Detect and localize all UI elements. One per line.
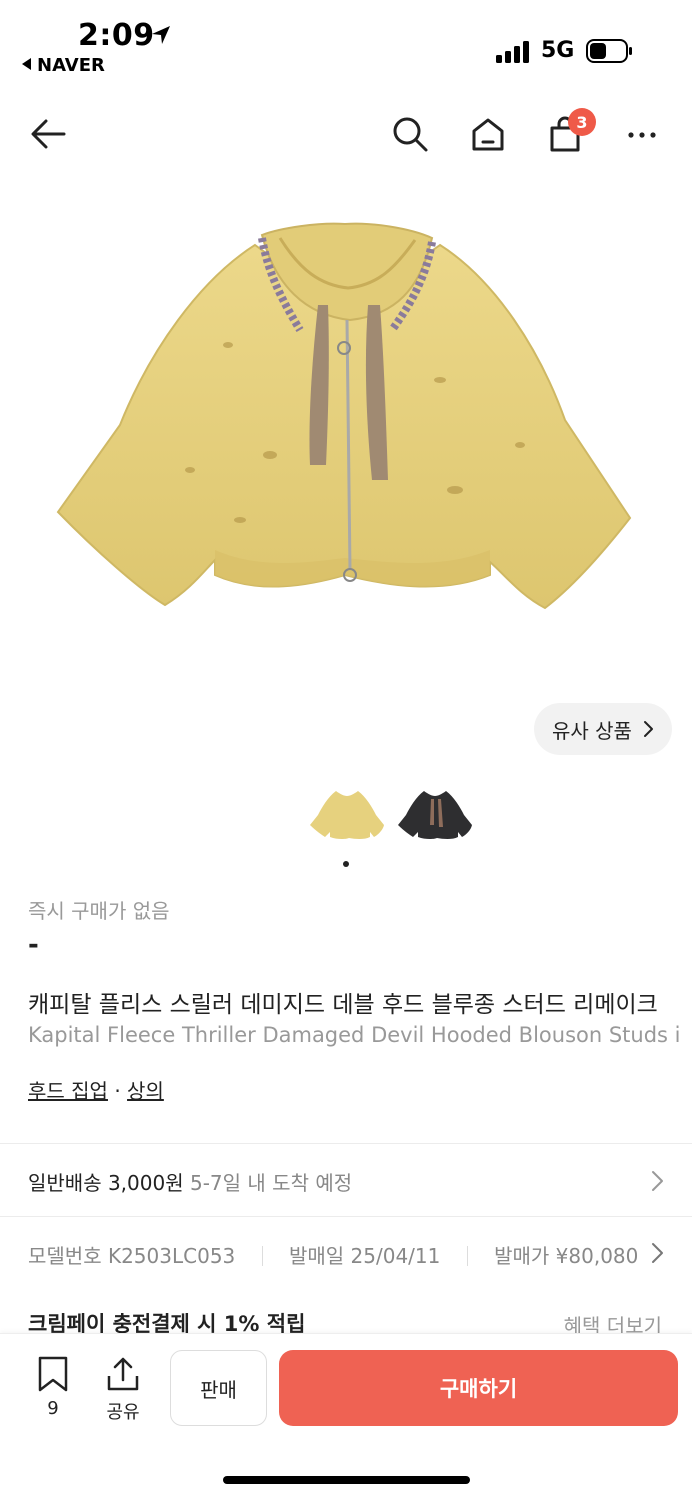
bookmark-icon [38, 1356, 68, 1392]
cart-count-badge: 3 [568, 108, 596, 136]
chevron-right-icon[interactable] [650, 1170, 664, 1192]
search-button[interactable] [388, 112, 432, 156]
bottom-action-bar: 9 공유 판매 구매하기 [0, 1333, 692, 1500]
product-name-ko: 캐피탈 플리스 스릴러 데미지드 데블 후드 블루종 스터드 리메이크 [28, 992, 658, 1018]
spec-divider [466, 1246, 468, 1266]
home-indicator [223, 1476, 470, 1484]
location-arrow-icon [152, 26, 170, 44]
shipping-label: 일반배송 3,000원 [28, 1171, 184, 1195]
spec-divider [261, 1246, 263, 1266]
chevron-right-icon[interactable] [650, 1242, 664, 1264]
more-menu-button[interactable] [620, 112, 664, 156]
product-specs-row[interactable]: 모델번호 K2503LC053 발매일 25/04/11 발매가 ¥80,080 [28, 1240, 648, 1269]
similar-products-label: 유사 상품 [552, 718, 632, 743]
status-bar: 2:09 NAVER 5G [0, 0, 692, 90]
product-image[interactable] [0, 190, 692, 710]
back-button[interactable] [26, 112, 70, 156]
release-price-label: 발매가 [494, 1244, 550, 1268]
section-divider [0, 1143, 692, 1144]
home-button[interactable] [466, 112, 510, 156]
release-date-label: 발매일 [288, 1244, 345, 1268]
buy-button[interactable]: 구매하기 [279, 1350, 678, 1426]
category-separator: · [114, 1079, 121, 1103]
hoodie-illustration [56, 222, 632, 610]
thumbnail-black[interactable] [396, 785, 474, 845]
share-button[interactable]: 공유 [98, 1356, 148, 1424]
network-type: 5G [541, 38, 575, 63]
battery-icon [586, 39, 632, 63]
section-divider [0, 1216, 692, 1217]
arrow-left-icon [31, 119, 66, 149]
share-label: 공유 [106, 1402, 140, 1423]
more-dots-icon [628, 132, 656, 138]
price-value: - [28, 930, 39, 960]
bookmark-button[interactable]: 9 [28, 1356, 78, 1419]
carousel-indicator-dot [343, 861, 349, 867]
category-breadcrumb: 후드 집업 · 상의 [28, 1075, 164, 1104]
bookmark-count: 9 [47, 1398, 59, 1419]
shipping-eta: 5-7일 내 도착 예정 [189, 1171, 353, 1195]
similar-products-button[interactable]: 유사 상품 [534, 703, 672, 755]
release-price-value: ¥80,080 [555, 1244, 639, 1268]
model-number-value: K2503LC053 [107, 1244, 236, 1268]
chevron-right-icon [643, 721, 653, 737]
image-thumbnails [300, 785, 480, 845]
category-link-hood-zipup[interactable]: 후드 집업 [28, 1079, 108, 1103]
back-triangle-icon [22, 58, 31, 70]
search-icon [393, 117, 428, 152]
share-icon [107, 1357, 139, 1391]
thumbnail-yellow[interactable] [308, 785, 386, 845]
model-number-label: 모델번호 [28, 1244, 102, 1268]
category-link-tops[interactable]: 상의 [127, 1079, 164, 1103]
release-date-value: 25/04/11 [350, 1244, 441, 1268]
back-to-app-link[interactable]: NAVER [22, 55, 105, 76]
instant-price-label: 즉시 구매가 없음 [28, 899, 170, 923]
signal-icon [496, 41, 529, 63]
product-name-en: Kapital Fleece Thriller Damaged Devil Ho… [28, 1023, 681, 1047]
shipping-row[interactable]: 일반배송 3,000원 5-7일 내 도착 예정 [28, 1167, 352, 1196]
back-app-label: NAVER [37, 55, 105, 76]
sell-button[interactable]: 판매 [170, 1350, 267, 1426]
home-icon [472, 118, 504, 151]
status-time: 2:09 [78, 18, 155, 53]
